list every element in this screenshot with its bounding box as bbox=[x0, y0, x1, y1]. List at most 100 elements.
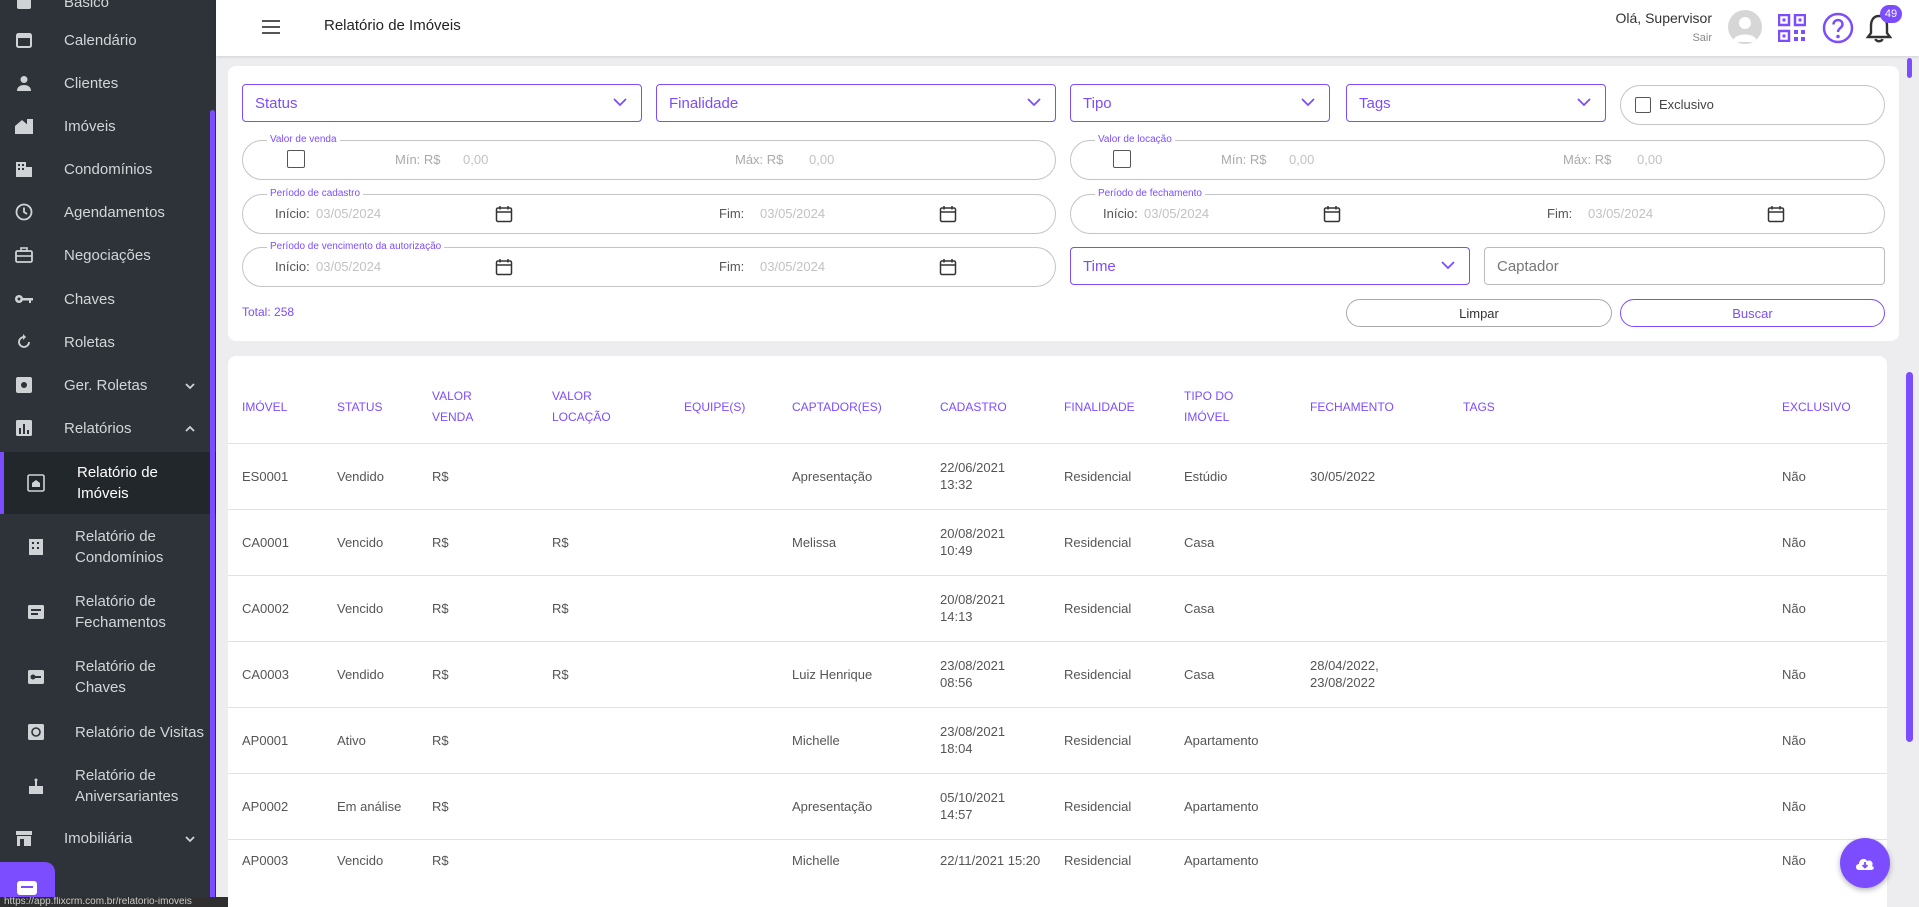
sidebar-scrollbar[interactable] bbox=[210, 110, 215, 900]
valor-venda-max-input[interactable]: 0,00 bbox=[809, 152, 834, 167]
chevron-down-icon bbox=[184, 832, 196, 844]
cell-imovel[interactable]: CA0003 bbox=[242, 666, 289, 683]
table-row[interactable]: AP0003 Vencido R$ Michelle 22/11/2021 15… bbox=[228, 839, 1887, 905]
calendar-icon[interactable] bbox=[1767, 205, 1785, 223]
tipo-select[interactable]: Tipo bbox=[1070, 84, 1330, 122]
cell-status: Vencido bbox=[337, 535, 384, 550]
cell-status: Vendido bbox=[337, 469, 384, 484]
help-button[interactable] bbox=[1822, 12, 1854, 44]
buscar-button[interactable]: Buscar bbox=[1620, 299, 1885, 327]
cell-exclusivo: Não bbox=[1782, 853, 1806, 868]
sidebar-item-clientes[interactable]: Clientes bbox=[0, 71, 216, 95]
sidebar-item-relatorio-condominios[interactable]: Relatório de Condomínios bbox=[0, 525, 216, 569]
table-row[interactable]: CA0001 Vencido R$ R$ Melissa 20/08/2021 … bbox=[228, 509, 1887, 575]
col-header-imovel[interactable]: IMÓVEL bbox=[242, 397, 287, 418]
sidebar-item-relatorio-visitas[interactable]: Relatório de Visitas bbox=[0, 720, 216, 744]
calendar-icon[interactable] bbox=[939, 258, 957, 276]
status-select[interactable]: Status bbox=[242, 84, 642, 122]
col-header-valor-locacao[interactable]: VALOR LOCAÇÃO bbox=[552, 386, 622, 428]
cell-imovel[interactable]: CA0001 bbox=[242, 534, 289, 551]
valor-locacao-checkbox[interactable] bbox=[1113, 150, 1131, 168]
exclusivo-checkbox[interactable] bbox=[1635, 97, 1651, 113]
sidebar-item-calendario[interactable]: Calendário bbox=[0, 28, 216, 52]
sidebar-item-label: Imóveis bbox=[64, 117, 116, 135]
cell-valor-venda: R$ bbox=[432, 799, 449, 814]
table-row[interactable]: CA0002 Vencido R$ R$ 20/08/2021 14:13 Re… bbox=[228, 575, 1887, 641]
qr-code-button[interactable] bbox=[1777, 13, 1807, 43]
valor-venda-min-input[interactable]: 0,00 bbox=[463, 152, 488, 167]
captador-input[interactable]: Captador bbox=[1484, 247, 1885, 285]
sidebar-item-roletas[interactable]: Roletas bbox=[0, 330, 216, 354]
col-header-cadastro[interactable]: CADASTRO bbox=[940, 397, 1007, 418]
cell-imovel[interactable]: CA0002 bbox=[242, 600, 289, 617]
calendar-icon[interactable] bbox=[939, 205, 957, 223]
periodo-vencimento-inicio-input[interactable]: 03/05/2024 bbox=[316, 259, 381, 274]
cell-exclusivo: Não bbox=[1782, 469, 1806, 484]
settings-icon bbox=[14, 375, 34, 395]
table-row[interactable]: AP0002 Em análise R$ Apresentação 05/10/… bbox=[228, 773, 1887, 839]
table-row[interactable]: CA0003 Vendido R$ R$ Luiz Henrique 23/08… bbox=[228, 641, 1887, 707]
periodo-vencimento-fim-label: Fim: bbox=[719, 259, 745, 274]
calendar-icon[interactable] bbox=[495, 258, 513, 276]
sidebar-item-chaves[interactable]: Chaves bbox=[0, 287, 216, 311]
valor-locacao-range: Valor de locação Mín: R$ 0,00 Máx: R$ 0,… bbox=[1070, 133, 1885, 180]
sidebar-item-ger-roletas[interactable]: Ger. Roletas bbox=[0, 373, 216, 397]
col-header-fechamento[interactable]: FECHAMENTO bbox=[1310, 397, 1394, 418]
col-header-status[interactable]: STATUS bbox=[337, 397, 383, 418]
exclusivo-toggle[interactable]: Exclusivo bbox=[1620, 85, 1885, 125]
col-header-tipo[interactable]: TIPO DO IMÓVEL bbox=[1184, 386, 1254, 428]
valor-locacao-min-input[interactable]: 0,00 bbox=[1289, 152, 1314, 167]
sidebar-item-agendamentos[interactable]: Agendamentos bbox=[0, 200, 216, 224]
cell-exclusivo: Não bbox=[1782, 733, 1806, 748]
limpar-button[interactable]: Limpar bbox=[1346, 299, 1612, 327]
sidebar-item-relatorio-aniversariantes[interactable]: Relatório de Aniversariantes bbox=[0, 764, 216, 808]
cell-captador: Melissa bbox=[792, 535, 837, 550]
sidebar-item-basico[interactable]: Básico bbox=[0, 0, 216, 12]
periodo-fechamento-fim-input[interactable]: 03/05/2024 bbox=[1588, 206, 1653, 221]
table-row[interactable]: AP0001 Ativo R$ Michelle 23/08/2021 18:0… bbox=[228, 707, 1887, 773]
sidebar-item-imobiliaria[interactable]: Imobiliária bbox=[0, 826, 216, 850]
help-icon bbox=[1822, 12, 1854, 44]
periodo-cadastro-fim-input[interactable]: 03/05/2024 bbox=[760, 206, 825, 221]
valor-locacao-max-input[interactable]: 0,00 bbox=[1637, 152, 1662, 167]
periodo-vencimento-fim-input[interactable]: 03/05/2024 bbox=[760, 259, 825, 274]
col-header-finalidade[interactable]: FINALIDADE bbox=[1064, 397, 1135, 418]
periodo-cadastro-inicio-input[interactable]: 03/05/2024 bbox=[316, 206, 381, 221]
cell-captador: Michelle bbox=[792, 733, 840, 748]
sidebar-item-negociacoes[interactable]: Negociações bbox=[0, 243, 216, 267]
periodo-fechamento-inicio-input[interactable]: 03/05/2024 bbox=[1144, 206, 1209, 221]
col-header-equipes[interactable]: EQUIPE(S) bbox=[684, 397, 745, 418]
finalidade-select[interactable]: Finalidade bbox=[656, 84, 1056, 122]
avatar[interactable] bbox=[1728, 10, 1762, 44]
time-select[interactable]: Time bbox=[1070, 247, 1470, 285]
signout-link[interactable]: Sair bbox=[1692, 32, 1712, 44]
calendar-icon[interactable] bbox=[495, 205, 513, 223]
col-header-exclusivo[interactable]: EXCLUSIVO bbox=[1782, 397, 1851, 418]
calendar-icon[interactable] bbox=[1323, 205, 1341, 223]
col-header-captadores[interactable]: CAPTADOR(ES) bbox=[792, 397, 882, 418]
sidebar-item-relatorio-imoveis[interactable]: Relatório de Imóveis bbox=[0, 452, 216, 514]
cell-imovel[interactable]: AP0001 bbox=[242, 732, 288, 749]
col-header-tags[interactable]: TAGS bbox=[1463, 397, 1495, 418]
col-header-valor-venda[interactable]: VALOR VENDA bbox=[432, 386, 492, 428]
valor-venda-checkbox[interactable] bbox=[287, 150, 305, 168]
results-table: IMÓVEL STATUS VALOR VENDA VALOR LOCAÇÃO … bbox=[228, 356, 1887, 907]
page-scrollbar[interactable] bbox=[1906, 372, 1913, 742]
menu-icon[interactable] bbox=[262, 20, 280, 34]
table-row[interactable]: ES0001 Vendido R$ Apresentação 22/06/202… bbox=[228, 443, 1887, 509]
cell-imovel[interactable]: AP0003 bbox=[242, 852, 288, 869]
tags-select[interactable]: Tags bbox=[1346, 84, 1606, 122]
periodo-fechamento-inicio-label: Início: bbox=[1103, 206, 1138, 221]
sidebar-item-relatorio-chaves[interactable]: Relatório de Chaves bbox=[0, 655, 216, 699]
cell-imovel[interactable]: AP0002 bbox=[242, 798, 288, 815]
sidebar-item-relatorios[interactable]: Relatórios bbox=[0, 416, 216, 440]
sidebar-item-label: Clientes bbox=[64, 74, 119, 92]
valor-venda-legend: Valor de venda bbox=[267, 133, 340, 147]
sidebar-item-relatorio-fechamentos[interactable]: Relatório de Fechamentos bbox=[0, 590, 216, 634]
cell-imovel[interactable]: ES0001 bbox=[242, 468, 288, 485]
cell-captador: Apresentação bbox=[792, 469, 873, 484]
download-button[interactable] bbox=[1840, 838, 1890, 888]
page-scrollbar-top[interactable] bbox=[1907, 58, 1912, 78]
sidebar-item-condominios[interactable]: Condomínios bbox=[0, 157, 216, 181]
sidebar-item-imoveis[interactable]: Imóveis bbox=[0, 114, 216, 138]
